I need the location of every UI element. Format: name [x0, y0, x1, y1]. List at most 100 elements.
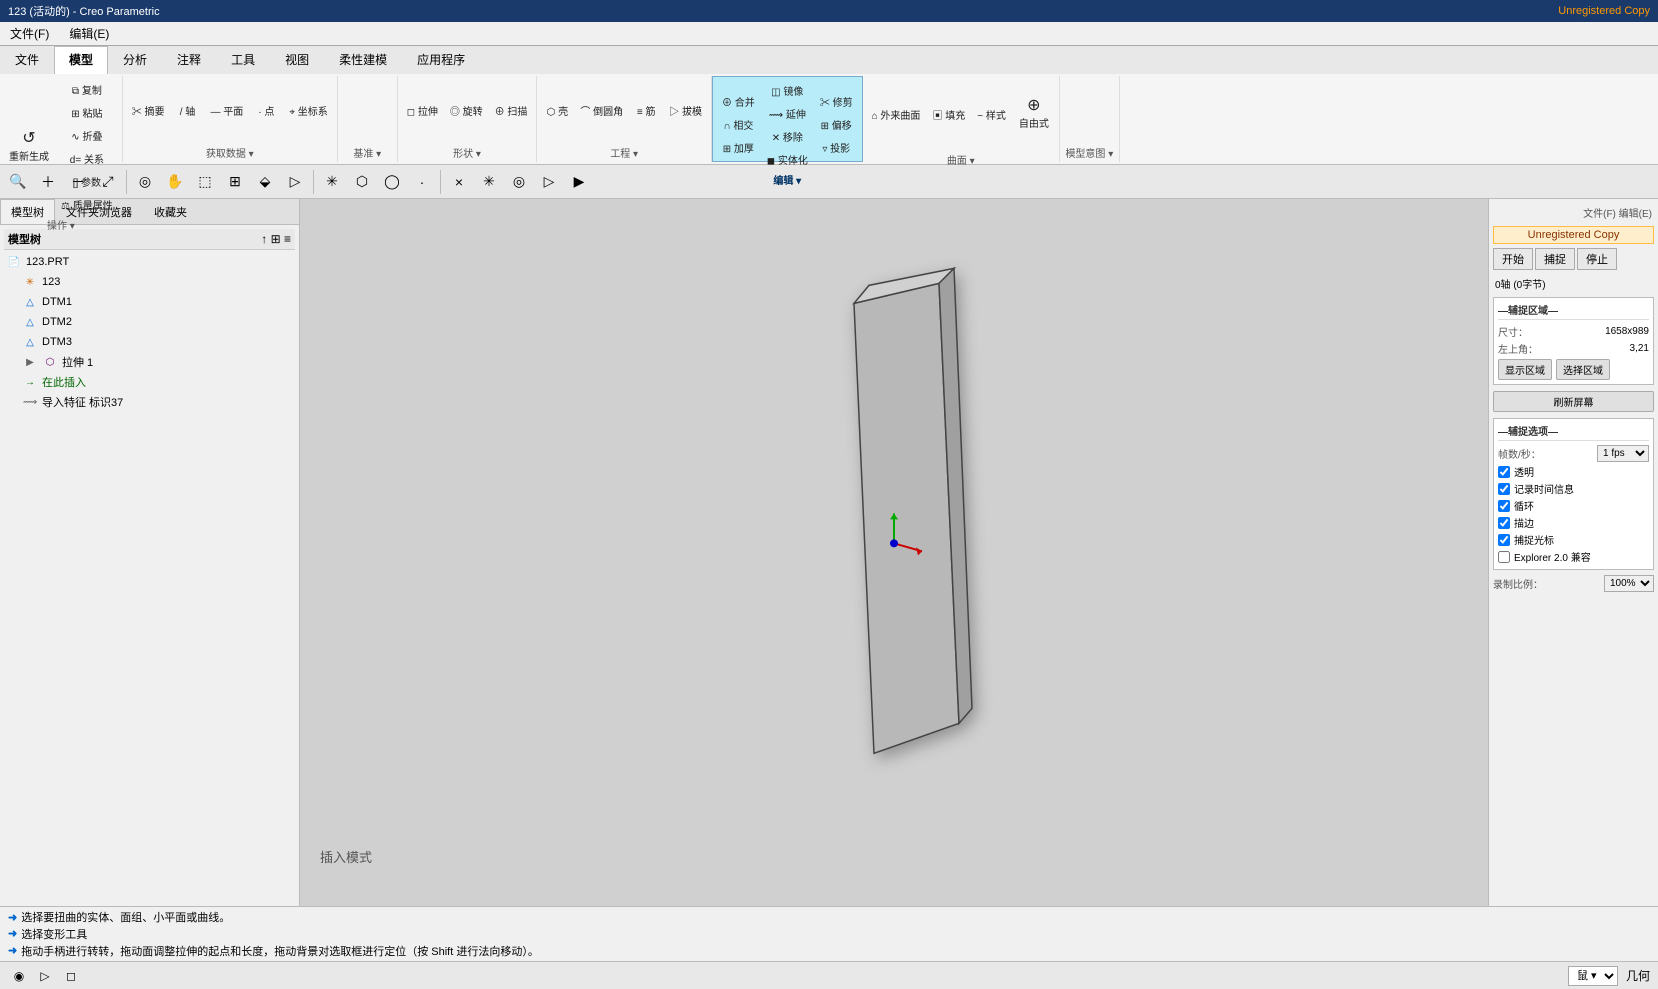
btn-trim[interactable]: ✂ 修剪	[815, 91, 858, 113]
tool-perspective[interactable]: ▷	[281, 168, 309, 196]
viewport[interactable]: 插入模式	[300, 199, 1488, 906]
tree-item-extrude1[interactable]: ▶ ⬡ 拉伸 1	[4, 352, 295, 372]
tree-item-insert[interactable]: → 在此插入	[4, 372, 295, 392]
btn-refresh-screen[interactable]: 刷新屏幕	[1493, 391, 1654, 412]
tab-flex[interactable]: 柔性建模	[324, 46, 402, 74]
label-stroke: 描边	[1514, 515, 1534, 530]
btn-extrude[interactable]: ◻ 拉伸	[402, 100, 443, 122]
bottom-icon-1[interactable]: ◉	[8, 965, 30, 987]
arrow-icon-1: ➜	[8, 911, 17, 924]
tool-datum-display[interactable]: ✳	[318, 168, 346, 196]
btn-start[interactable]: 开始	[1493, 248, 1533, 270]
tree-item-import[interactable]: ⟿ 导入特征 标识37	[4, 392, 295, 412]
btn-plane[interactable]: — 平面	[206, 100, 249, 122]
btn-foreign-surface[interactable]: ⌂ 外来曲面	[867, 103, 926, 125]
tree-item-dtm1[interactable]: △ DTM1	[4, 292, 295, 312]
fps-select[interactable]: 1 fps 5 fps 10 fps	[1597, 445, 1649, 462]
btn-sweep[interactable]: ⊕ 扫描	[490, 100, 533, 122]
angle-label: 左上角：	[1498, 341, 1538, 356]
btn-revolve[interactable]: ◎ 旋转	[445, 100, 488, 122]
btn-solidify[interactable]: ◼ 实体化	[762, 148, 813, 170]
btn-regenerate[interactable]: ↺ 重新生成	[4, 111, 54, 183]
tool-spin[interactable]: ◎	[131, 168, 159, 196]
checkbox-transparent[interactable]	[1498, 466, 1510, 478]
btn-offset[interactable]: ⊞ 偏移	[815, 114, 858, 136]
btn-project[interactable]: ▿ 投影	[815, 137, 858, 159]
tab-view[interactable]: 视图	[270, 46, 324, 74]
btn-style[interactable]: ~ 样式	[972, 103, 1011, 125]
tool-something[interactable]: ▶	[565, 168, 593, 196]
tool-layer[interactable]: ◎	[505, 168, 533, 196]
btn-freestyle[interactable]: ⊕ 自由式	[1013, 78, 1055, 150]
btn-coord[interactable]: ⌖ 坐标系	[284, 100, 332, 122]
ratio-select[interactable]: 100% 75% 50%	[1604, 575, 1654, 592]
tool-shaded[interactable]: ⬚	[191, 168, 219, 196]
option-stroke: 描边	[1498, 514, 1649, 531]
tool-hidden[interactable]: ⬙	[251, 168, 279, 196]
label-loop: 循环	[1514, 498, 1534, 513]
checkbox-cursor[interactable]	[1498, 534, 1510, 546]
tab-file[interactable]: 文件	[0, 46, 54, 74]
btn-stop[interactable]: 停止	[1577, 248, 1617, 270]
bottom-icon-3[interactable]: ◻	[60, 965, 82, 987]
tree-item-dtm3[interactable]: △ DTM3	[4, 332, 295, 352]
btn-draft[interactable]: ▷ 拔模	[664, 100, 707, 122]
btn-copy[interactable]: ⧉ 复制	[56, 78, 118, 100]
tree-item-123[interactable]: ✳ 123	[4, 272, 295, 292]
viewport-insert-mode-label: 插入模式	[320, 847, 372, 866]
tree-item-dtm2[interactable]: △ DTM2	[4, 312, 295, 332]
btn-select-area[interactable]: 选择区域	[1556, 359, 1610, 380]
btn-axis[interactable]: / 轴	[172, 100, 204, 122]
ribbon: 文件 模型 分析 注释 工具 视图 柔性建模 应用程序 ↺ 重新生成 ⧉ 复制 …	[0, 46, 1658, 165]
bottom-icon-2[interactable]: ▷	[34, 965, 56, 987]
btn-mass[interactable]: ⚖ 质量属性	[56, 193, 118, 215]
btn-round[interactable]: ⌒ 倒圆角	[575, 100, 628, 122]
tool-annotation[interactable]: ✳	[475, 168, 503, 196]
menu-file[interactable]: 文件(F)	[0, 23, 59, 44]
btn-paste[interactable]: ⊞ 粘贴	[56, 101, 118, 123]
tab-favorites[interactable]: 收藏夹	[143, 199, 198, 224]
tab-model[interactable]: 模型	[54, 46, 108, 74]
btn-thicken[interactable]: ⊞ 加厚	[717, 137, 760, 159]
btn-capture[interactable]: 捕捉	[1535, 248, 1575, 270]
mouse-dropdown[interactable]: 鼠 ▾	[1568, 966, 1618, 986]
tab-tools[interactable]: 工具	[216, 46, 270, 74]
checkbox-record-time[interactable]	[1498, 483, 1510, 495]
option-loop: 循环	[1498, 497, 1649, 514]
btn-summary[interactable]: ✂ 摘要	[127, 100, 170, 122]
tool-wireframe[interactable]: ⊞	[221, 168, 249, 196]
group-engineering: ⬡ 壳 ⌒ 倒圆角 ≡ 筋 ▷ 拔模 工程 ▾	[537, 76, 712, 162]
btn-fill[interactable]: ▣ 填充	[927, 103, 970, 125]
btn-fold[interactable]: ∿ 折叠	[56, 124, 118, 146]
menu-edit[interactable]: 编辑(E)	[59, 23, 119, 44]
btn-mirror[interactable]: ◫ 镜像	[762, 79, 813, 101]
btn-extend[interactable]: ⟿ 延伸	[762, 102, 813, 124]
tool-csys-display[interactable]: ◯	[378, 168, 406, 196]
checkbox-loop[interactable]	[1498, 500, 1510, 512]
tab-annotation[interactable]: 注释	[162, 46, 216, 74]
btn-params[interactable]: [] 参数	[56, 170, 118, 192]
btn-shell[interactable]: ⬡ 壳	[541, 100, 573, 122]
bottom-geometry-label: 几何	[1626, 967, 1650, 984]
ratio-row: 录制比例： 100% 75% 50%	[1493, 574, 1654, 593]
tool-appearance[interactable]: ▷	[535, 168, 563, 196]
btn-relation[interactable]: d= 关系	[56, 147, 118, 169]
model-tree: 模型树 ↑ ⊞ ≡ 📄 123.PRT ✳ 123 △ DTM1 △ DTM2	[0, 225, 299, 906]
tool-axis-display[interactable]: ⬡	[348, 168, 376, 196]
btn-intersect[interactable]: ∩ 相交	[717, 114, 760, 136]
separator-1	[126, 170, 127, 194]
section-title-capture: —辅捉选项—	[1498, 423, 1649, 441]
tab-analysis[interactable]: 分析	[108, 46, 162, 74]
btn-display-area[interactable]: 显示区域	[1498, 359, 1552, 380]
tree-item-root[interactable]: 📄 123.PRT	[4, 252, 295, 272]
checkbox-explorer[interactable]	[1498, 551, 1510, 563]
btn-point[interactable]: · 点	[250, 100, 282, 122]
tab-apps[interactable]: 应用程序	[402, 46, 480, 74]
tool-pan[interactable]: ✋	[161, 168, 189, 196]
btn-merge[interactable]: ⊕ 合并	[717, 91, 760, 113]
checkbox-stroke[interactable]	[1498, 517, 1510, 529]
tool-point-display[interactable]: ·	[408, 168, 436, 196]
btn-remove[interactable]: ✕ 移除	[762, 125, 813, 147]
tool-dim-display[interactable]: ×	[445, 168, 473, 196]
btn-rib[interactable]: ≡ 筋	[630, 100, 662, 122]
